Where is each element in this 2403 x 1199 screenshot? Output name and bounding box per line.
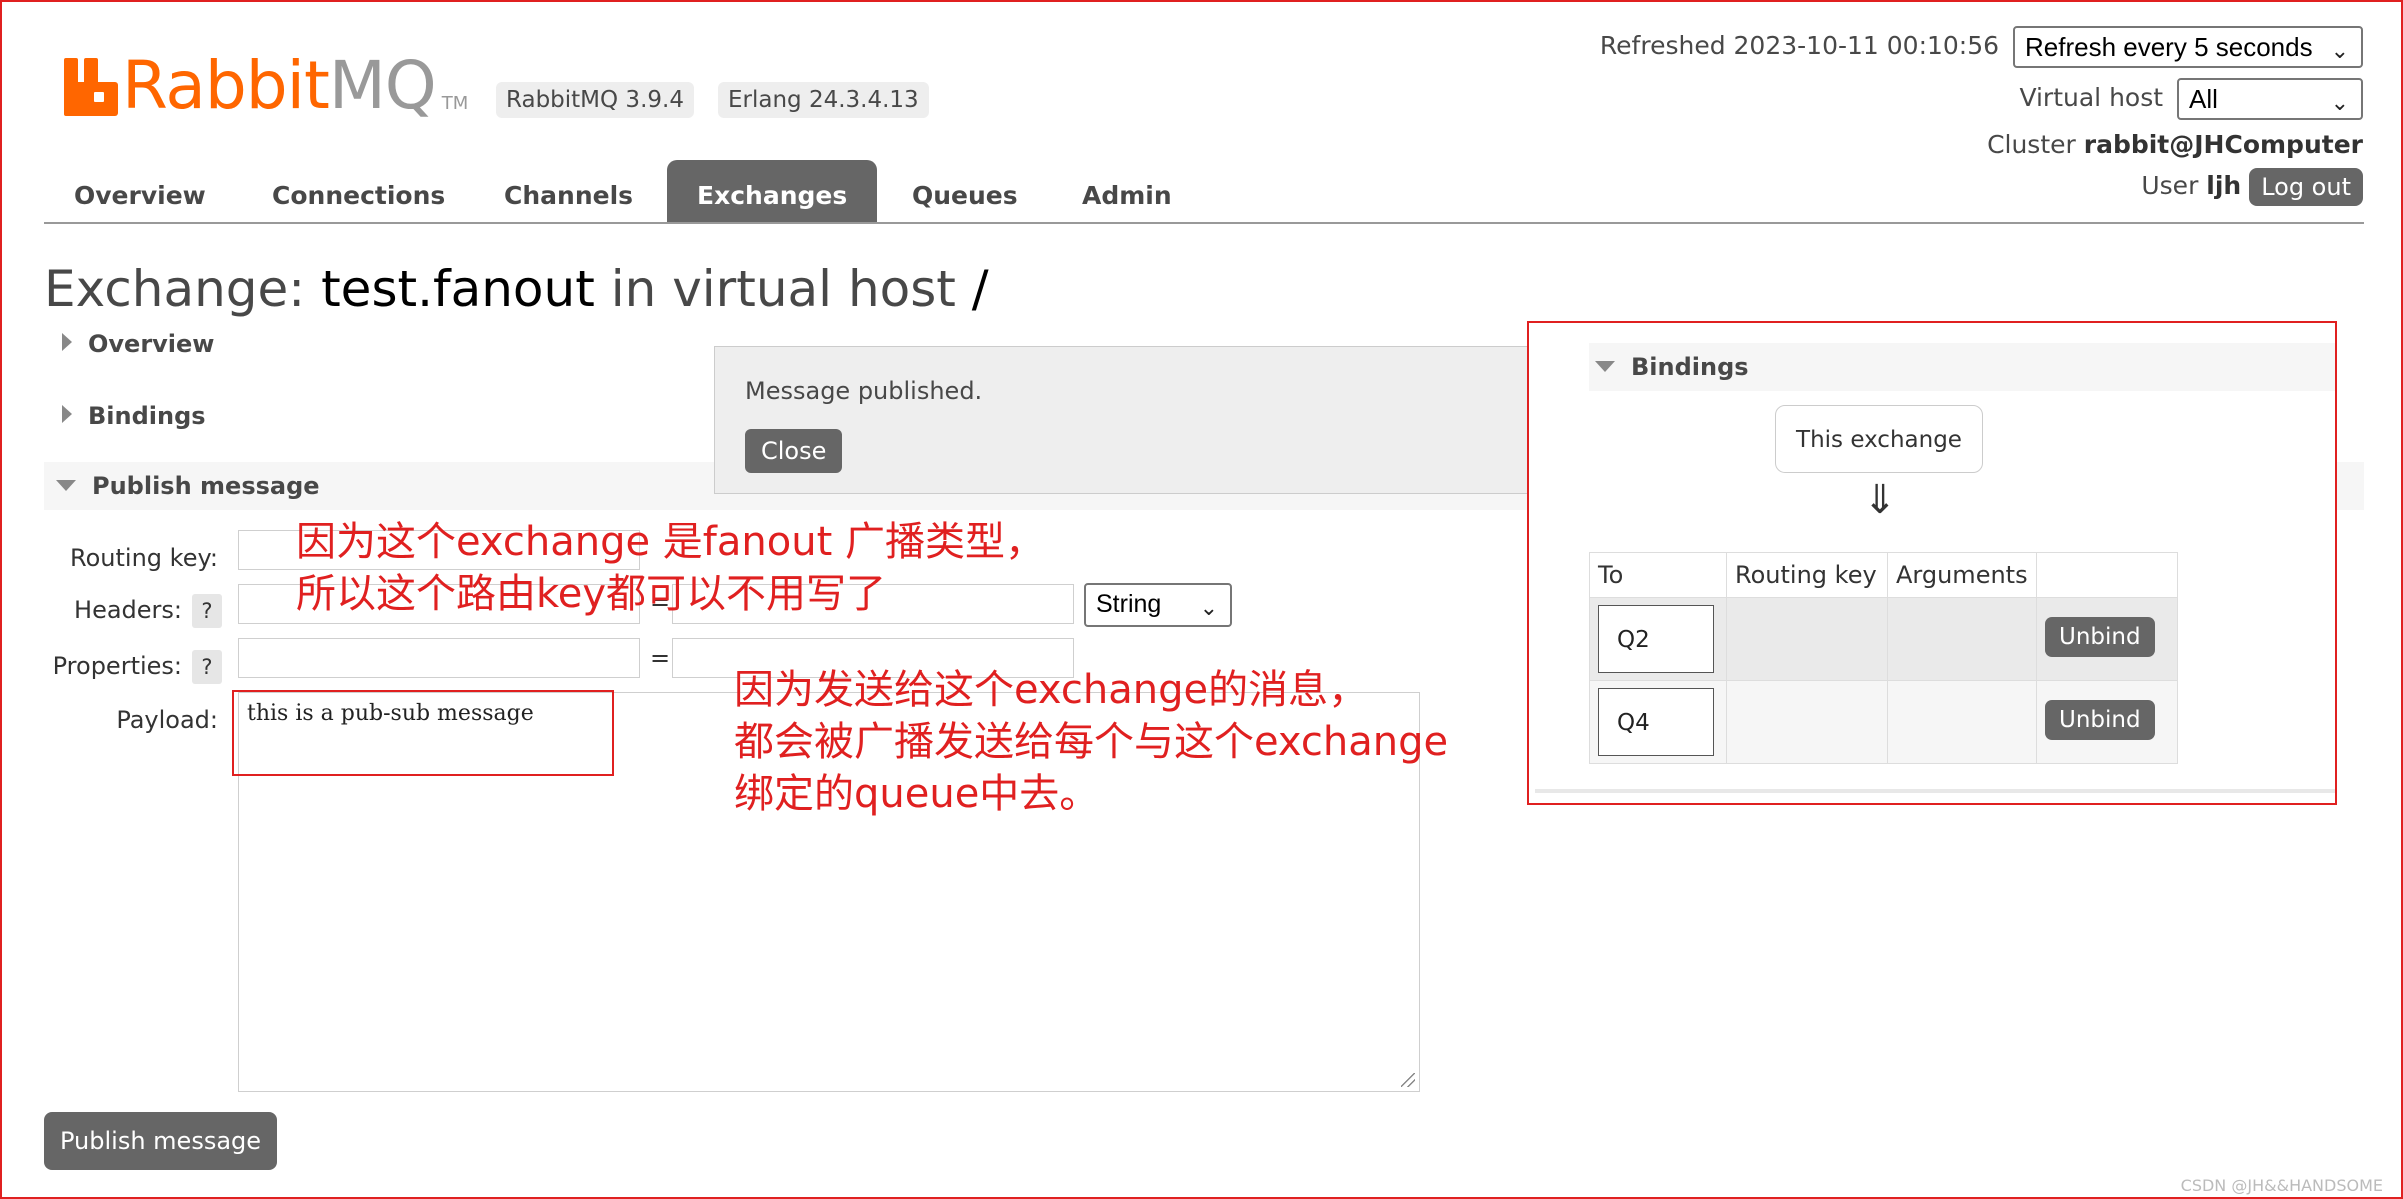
- headers-help-button[interactable]: ?: [192, 594, 222, 628]
- cluster-label: Cluster: [1987, 130, 2076, 159]
- headers-label: Headers:: [74, 596, 182, 624]
- property-equals: =: [650, 644, 671, 672]
- resize-handle-icon[interactable]: [1401, 1073, 1415, 1087]
- section-publish-toggle[interactable]: Publish message: [44, 462, 320, 510]
- vhost-select[interactable]: All ⌄: [2177, 78, 2363, 120]
- refresh-row: Refreshed 2023-10-11 00:10:56 Refresh ev…: [1600, 26, 2363, 68]
- annotation-note-broadcast: 因为发送给这个exchange的消息， 都会被广播发送给每个与这个exchang…: [734, 664, 1448, 820]
- refresh-interval-value: Refresh every 5 seconds: [2025, 32, 2313, 62]
- vhost-name: /: [971, 260, 989, 318]
- header-type-select[interactable]: String ⌄: [1084, 583, 1232, 627]
- annotation-note-line: 因为发送给这个exchange的消息，: [734, 667, 1369, 713]
- rabbit-logo-icon: [64, 58, 118, 116]
- section-bindings-toggle[interactable]: Bindings: [44, 392, 206, 440]
- properties-help-button[interactable]: ?: [192, 650, 222, 684]
- refreshed-timestamp: Refreshed 2023-10-11 00:10:56: [1599, 31, 2000, 60]
- chevron-down-icon: ⌄: [1199, 595, 1218, 620]
- logo-trademark: TM: [441, 93, 469, 114]
- tab-connections[interactable]: Connections: [242, 160, 475, 222]
- payload-label: Payload:: [116, 706, 218, 734]
- properties-label-row: Properties:?: [0, 650, 222, 684]
- vhost-row: Virtual host All ⌄: [2019, 78, 2363, 120]
- routing-key-label: Routing key:: [70, 544, 218, 572]
- rabbitmq-version-badge: RabbitMQ 3.9.4: [496, 82, 694, 118]
- logo-text-rabbit: Rabbit: [122, 47, 330, 124]
- properties-label: Properties:: [52, 652, 182, 680]
- collapse-arrow-icon: [56, 479, 76, 491]
- cluster-row: Cluster rabbit@JHComputer: [1987, 130, 2363, 159]
- vhost-select-value: All: [2189, 84, 2218, 114]
- annotation-note-line: 都会被广播发送给每个与这个exchange: [734, 719, 1449, 765]
- tab-exchanges[interactable]: Exchanges: [667, 160, 878, 222]
- expand-arrow-icon: [62, 333, 72, 351]
- page-title: Exchange: test.fanout in virtual host /: [44, 260, 989, 318]
- expand-arrow-icon: [62, 405, 72, 423]
- tab-overview[interactable]: Overview: [44, 160, 236, 222]
- tab-admin[interactable]: Admin: [1052, 160, 1202, 222]
- publish-message-button[interactable]: Publish message: [44, 1112, 278, 1170]
- section-overview-label: Overview: [88, 330, 215, 358]
- logo-text-mq: MQ: [328, 47, 437, 124]
- property-key-input[interactable]: [238, 638, 640, 678]
- popup-message: Message published.: [745, 377, 983, 405]
- annotation-note-line: 绑定的queue中去。: [734, 771, 1100, 817]
- header-type-value: String: [1096, 590, 1162, 618]
- vhost-label: Virtual host: [2019, 83, 2164, 112]
- annotation-note-line: 因为这个exchange 是fanout 广播类型，: [296, 519, 1045, 565]
- popup-close-button[interactable]: Close: [745, 429, 843, 473]
- section-overview-toggle[interactable]: Overview: [44, 320, 214, 368]
- page-title-mid: in virtual host: [610, 260, 956, 318]
- tab-queues[interactable]: Queues: [882, 160, 1048, 222]
- annotation-note-line: 所以这个路由key都可以不用写了: [296, 571, 887, 617]
- message-published-popup: Message published. Close: [714, 346, 1554, 494]
- tab-channels[interactable]: Channels: [474, 160, 663, 222]
- page-title-prefix: Exchange:: [44, 260, 306, 318]
- chevron-down-icon: ⌄: [2330, 38, 2349, 63]
- cluster-name: rabbit@JHComputer: [2083, 130, 2363, 159]
- headers-label-row: Headers:?: [0, 594, 222, 628]
- chevron-down-icon: ⌄: [2330, 90, 2349, 115]
- annotation-note-routing: 因为这个exchange 是fanout 广播类型， 所以这个路由key都可以不…: [296, 516, 1045, 620]
- refresh-interval-select[interactable]: Refresh every 5 seconds ⌄: [2013, 26, 2363, 68]
- section-bindings-label: Bindings: [88, 402, 206, 430]
- section-publish-label: Publish message: [92, 472, 320, 500]
- csdn-watermark: CSDN @JH&&HANDSOME: [2180, 1176, 2383, 1195]
- exchange-name: test.fanout: [321, 260, 595, 318]
- annotation-box-bindings: [1527, 321, 2337, 805]
- erlang-version-badge: Erlang 24.3.4.13: [718, 82, 929, 118]
- main-nav: Overview Connections Channels Exchanges …: [44, 160, 2364, 224]
- annotation-box-payload: [232, 690, 614, 776]
- rabbitmq-logo[interactable]: Rabbit MQ TM: [64, 46, 469, 124]
